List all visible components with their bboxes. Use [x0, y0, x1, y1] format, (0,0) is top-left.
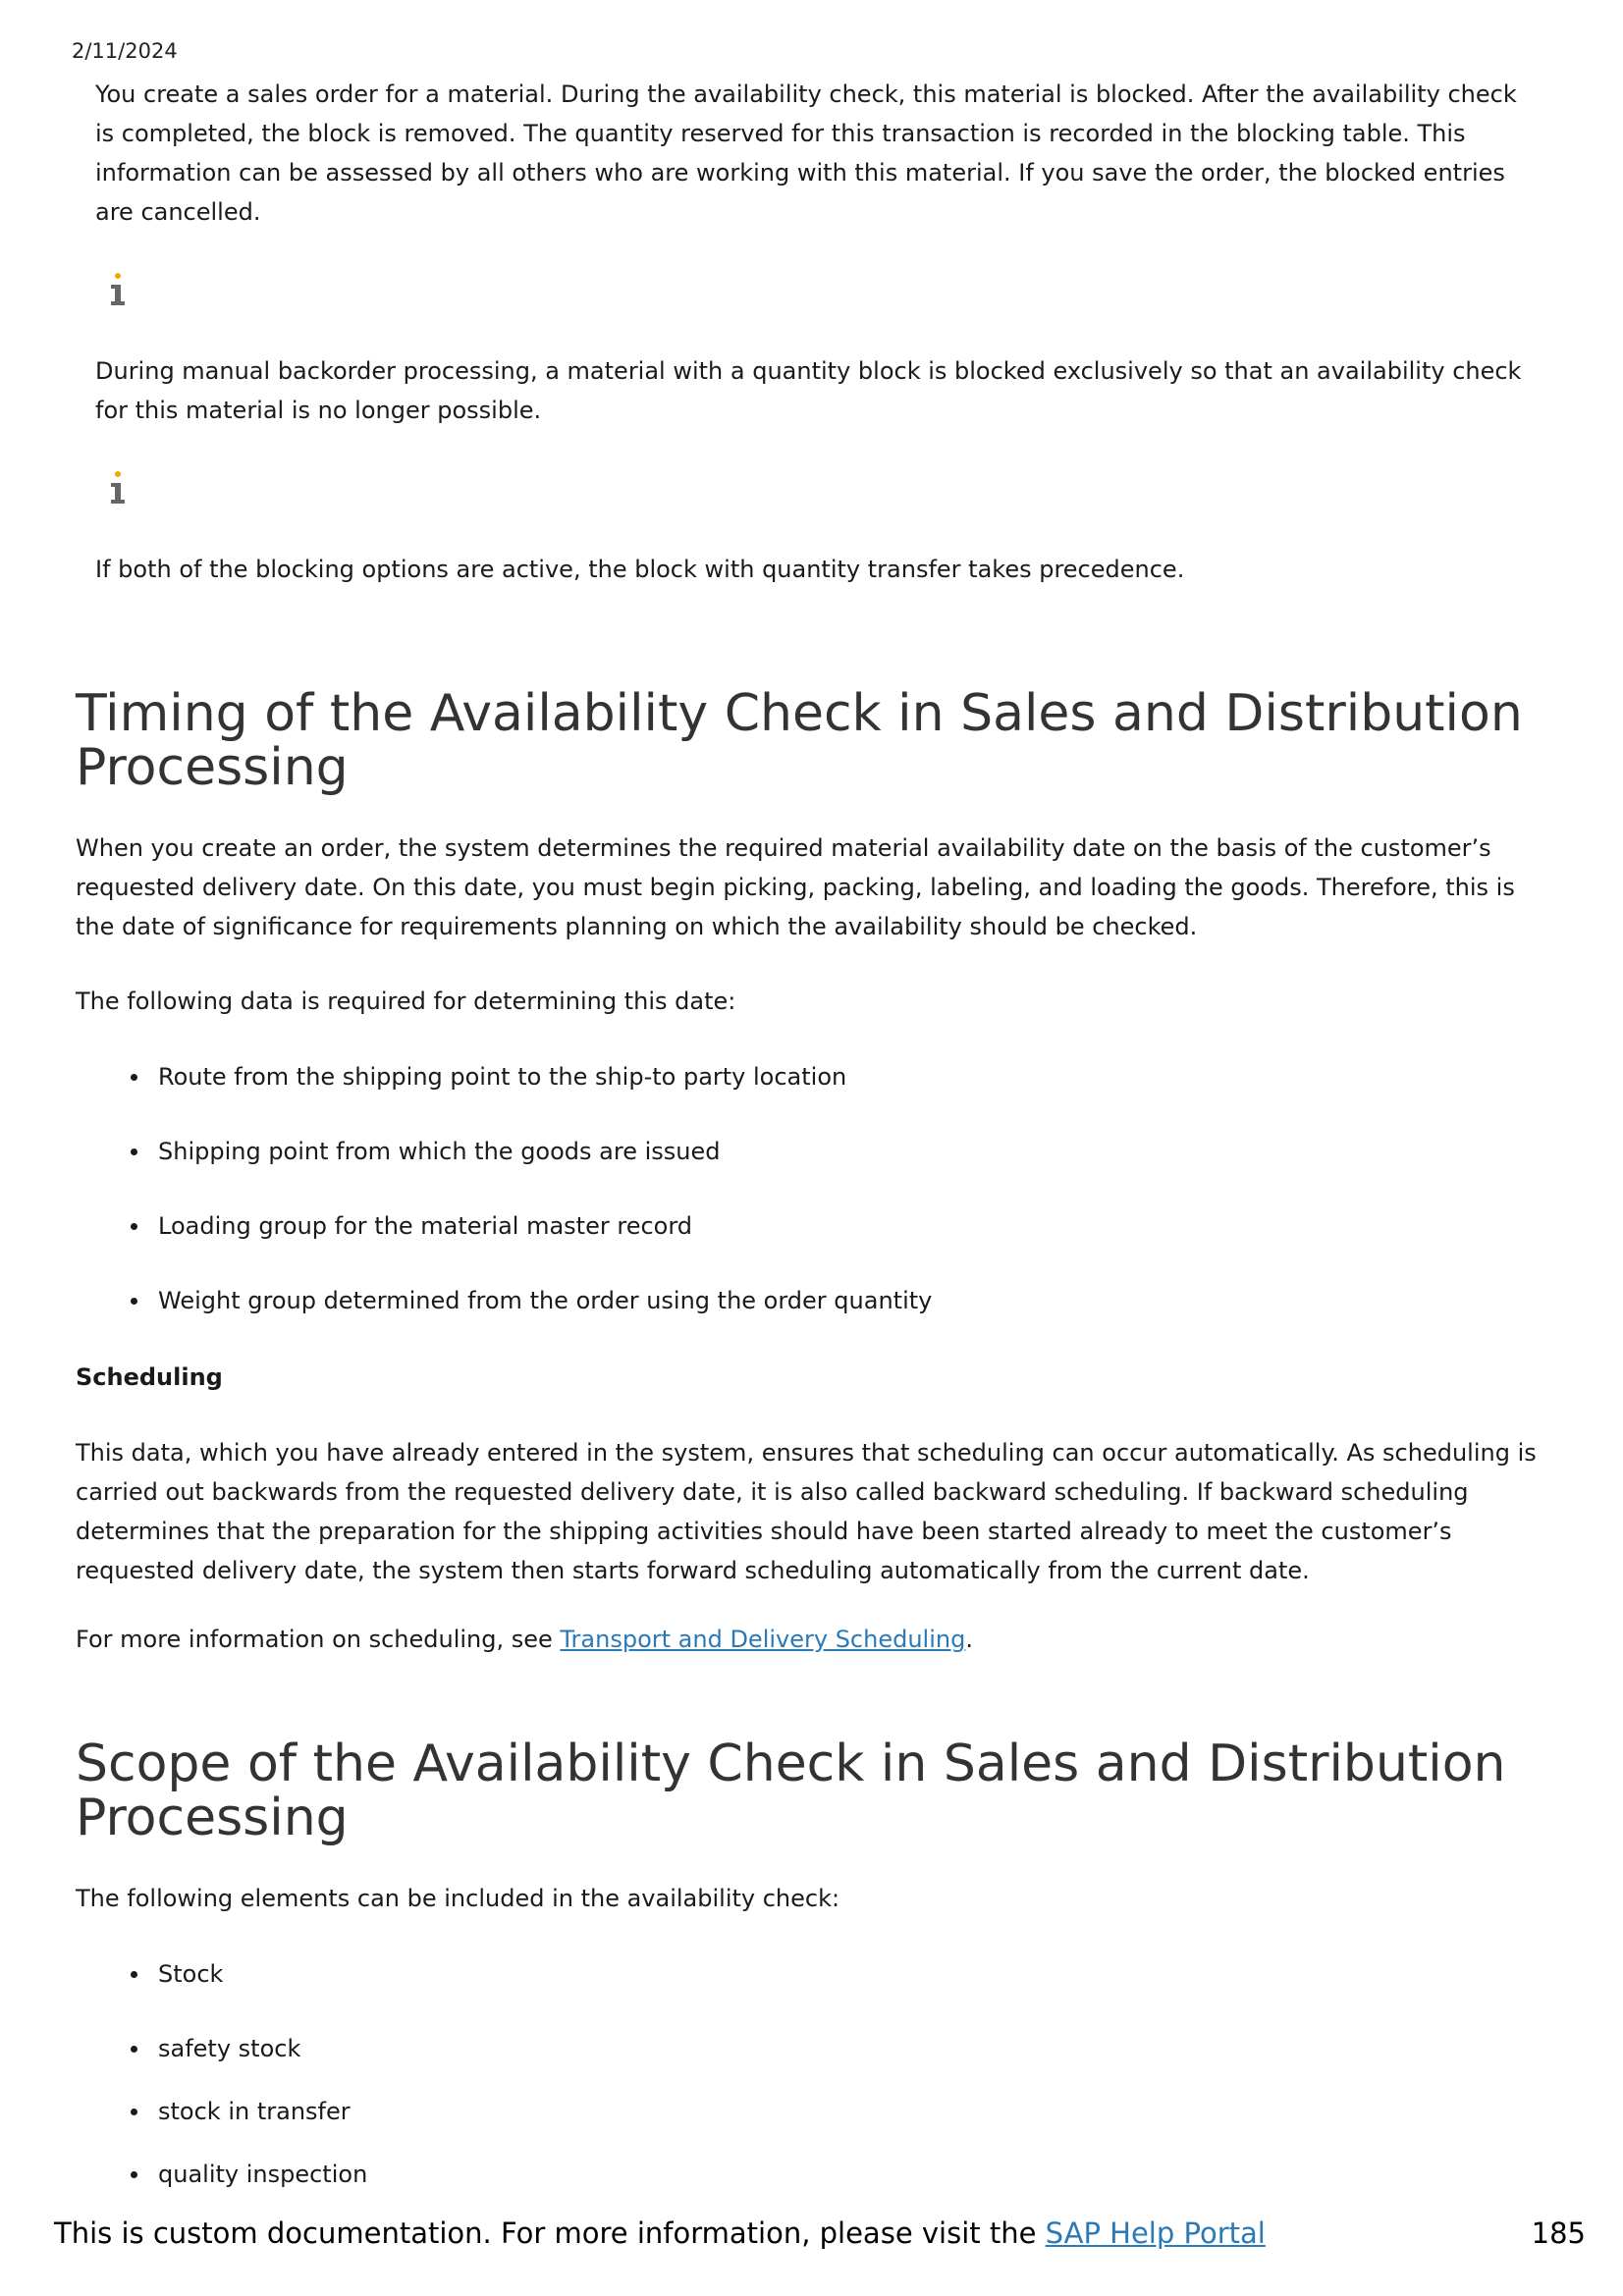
- timing-title-line1: Timing of the Availability Check in Sale…: [76, 684, 1523, 743]
- availability-elements-list: Stock safety stock stock in transfer qua…: [76, 1954, 367, 2194]
- scheduling-heading: Scheduling: [76, 1363, 223, 1391]
- list-item: safety stock: [76, 2029, 367, 2068]
- scope-title-line1: Scope of the Availability Check in Sales…: [76, 1735, 1506, 1793]
- data-required-paragraph: The following data is required for deter…: [76, 988, 736, 1015]
- note-blocking-precedence: If both of the blocking options are acti…: [95, 556, 1185, 583]
- sap-help-portal-link[interactable]: SAP Help Portal: [1046, 2216, 1266, 2250]
- list-item: quality inspection: [76, 2155, 367, 2194]
- transport-delivery-scheduling-link[interactable]: Transport and Delivery Scheduling: [560, 1626, 965, 1653]
- more-info-paragraph: For more information on scheduling, see …: [76, 1620, 1558, 1659]
- page-footer: This is custom documentation. For more i…: [54, 2214, 1586, 2253]
- scheduling-paragraph: This data, which you have already entere…: [76, 1439, 1537, 1584]
- list-item: Route from the shipping point to the shi…: [76, 1057, 932, 1096]
- scope-intro-paragraph: The following elements can be included i…: [76, 1885, 840, 1912]
- scope-section-title: Scope of the Availability Check in Sales…: [76, 1737, 1548, 1845]
- blocking-paragraph: You create a sales order for a material.…: [95, 80, 1517, 226]
- list-item: Stock: [76, 1954, 367, 1994]
- timing-intro-paragraph: When you create an order, the system det…: [76, 834, 1515, 940]
- timing-title-line2: Processing: [76, 738, 349, 797]
- page-number: 185: [1531, 2216, 1586, 2250]
- required-data-list: Route from the shipping point to the shi…: [76, 1057, 932, 1320]
- list-item: stock in transfer: [76, 2092, 367, 2131]
- list-item: Shipping point from which the goods are …: [76, 1132, 932, 1171]
- document-page: 2/11/2024 You create a sales order for a…: [0, 0, 1623, 2296]
- info-icon: [111, 273, 125, 305]
- timing-section-title: Timing of the Availability Check in Sale…: [76, 687, 1548, 795]
- more-info-suffix: .: [965, 1626, 973, 1653]
- footer-text: This is custom documentation. For more i…: [54, 2216, 1046, 2250]
- scope-title-line2: Processing: [76, 1789, 349, 1847]
- note-manual-backorder: During manual backorder processing, a ma…: [95, 357, 1522, 424]
- list-item: Loading group for the material master re…: [76, 1206, 932, 1246]
- list-item: Weight group determined from the order u…: [76, 1281, 932, 1320]
- info-icon: [111, 471, 125, 504]
- more-info-prefix: For more information on scheduling, see: [76, 1626, 561, 1653]
- print-date: 2/11/2024: [72, 39, 178, 63]
